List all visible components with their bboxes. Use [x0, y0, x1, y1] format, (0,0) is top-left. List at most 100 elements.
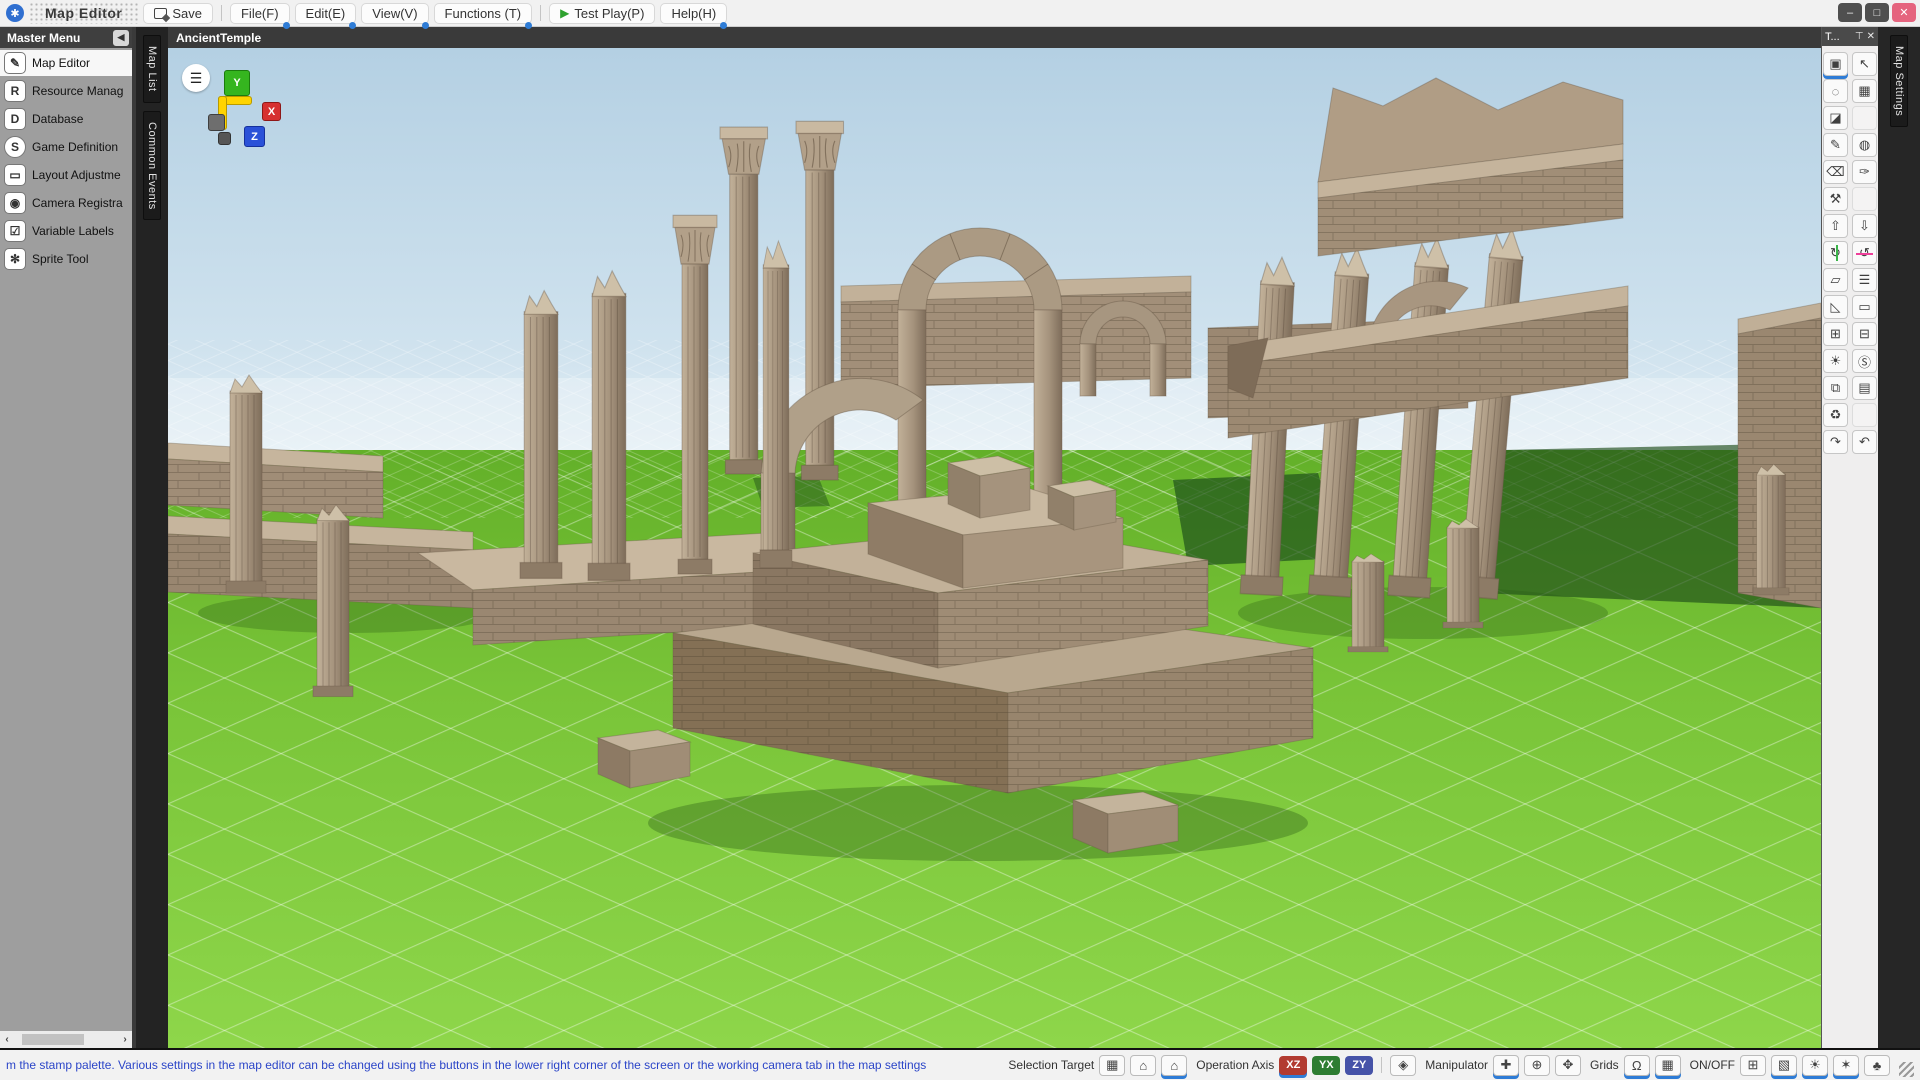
axis-xz-button[interactable]: XZ	[1279, 1056, 1307, 1075]
axis-zy-button[interactable]: ZY	[1345, 1056, 1373, 1075]
manipulator-rotate-button[interactable]: ⊕	[1524, 1055, 1550, 1076]
gizmo-y-axis[interactable]: Y	[224, 70, 250, 96]
test-play-button[interactable]: ▶ Test Play(P)	[549, 3, 655, 24]
close-button[interactable]: ✕	[1892, 3, 1916, 22]
rotate-vertical-icon: ↻	[1830, 245, 1841, 261]
sidebar-item-variable-labels[interactable]: ☑ Variable Labels	[0, 218, 132, 244]
menu-view[interactable]: View(V)	[361, 3, 428, 24]
scroll-right-icon[interactable]: ›	[118, 1034, 132, 1045]
toggle-vegetation-button[interactable]: ♣	[1864, 1055, 1890, 1076]
axis-yx-button[interactable]: YX	[1312, 1056, 1340, 1075]
stamp-button[interactable]: ◈	[1390, 1055, 1416, 1076]
tool-light[interactable]: ☀	[1823, 349, 1848, 373]
grid-display-button[interactable]: ▦	[1655, 1055, 1681, 1076]
sidebar-hscrollbar[interactable]: ‹ ›	[0, 1031, 132, 1048]
selection-target-objects-button[interactable]: ⌂	[1130, 1055, 1156, 1076]
separate-icon: ⊟	[1859, 326, 1870, 342]
gizmo-z-axis[interactable]: Z	[244, 126, 265, 147]
toggle-lighting-button[interactable]: ☀	[1802, 1055, 1828, 1076]
scroll-left-icon[interactable]: ‹	[0, 1034, 14, 1045]
selection-target-terrain-button[interactable]: ▦	[1099, 1055, 1125, 1076]
collapse-sidebar-button[interactable]: ◀	[113, 30, 129, 46]
terrain-box-icon: ▧	[1778, 1057, 1790, 1073]
tool-box[interactable]: ▭	[1852, 295, 1877, 319]
sidebar-item-map-editor[interactable]: ✎ Map Editor	[0, 50, 132, 76]
menu-file[interactable]: File(F)	[230, 3, 290, 24]
scene-container[interactable]: ☰ Y X Z	[168, 48, 1821, 1048]
sidebar-item-database[interactable]: D Database	[0, 106, 132, 132]
tool-raise-terrain[interactable]: ⇧	[1823, 214, 1848, 238]
menu-edit[interactable]: Edit(E)	[295, 3, 357, 24]
pen-icon: ✎	[1830, 137, 1841, 153]
tool-lower-terrain[interactable]: ⇩	[1852, 214, 1877, 238]
tool-select-ellipse[interactable]: ◌	[1823, 79, 1848, 103]
tool-rotate-vertical[interactable]: ↻	[1823, 241, 1848, 265]
selection-target-locked-button[interactable]: ⌂	[1161, 1055, 1187, 1076]
tool-eraser[interactable]: ⌫	[1823, 160, 1848, 184]
minimize-button[interactable]: –	[1838, 3, 1862, 22]
sidebar-item-camera-registration[interactable]: ◉ Camera Registra	[0, 190, 132, 216]
close-icon[interactable]: ✕	[1867, 31, 1875, 42]
tool-separate[interactable]: ⊟	[1852, 322, 1877, 346]
sidebar-item-label: Layout Adjustme	[32, 168, 121, 182]
save-button[interactable]: Save	[143, 3, 213, 24]
tool-undo[interactable]: ↶	[1852, 430, 1877, 454]
sidebar-item-game-definition[interactable]: S Game Definition	[0, 134, 132, 160]
toggle-terrain-button[interactable]: ▧	[1771, 1055, 1797, 1076]
tool-paste[interactable]: ▤	[1852, 376, 1877, 400]
toggle-windows-button[interactable]: ⊞	[1740, 1055, 1766, 1076]
gizmo-x-axis[interactable]: X	[262, 102, 281, 121]
viewport-menu-button[interactable]: ☰	[182, 64, 210, 92]
sidebar-item-resource-manager[interactable]: R Resource Manag	[0, 78, 132, 104]
tool-redo[interactable]: ↷	[1823, 430, 1848, 454]
app-icon[interactable]: ✱	[6, 4, 24, 22]
toggle-effects-button[interactable]: ✶	[1833, 1055, 1859, 1076]
window-controls: – □ ✕	[1838, 3, 1916, 22]
tool-combine[interactable]: ⊞	[1823, 322, 1848, 346]
manipulator-move-button[interactable]: ✚	[1493, 1055, 1519, 1076]
tool-select-block[interactable]: ▦	[1852, 79, 1877, 103]
manipulator-scale-button[interactable]: ✥	[1555, 1055, 1581, 1076]
tool-copy[interactable]: ⧉	[1823, 376, 1848, 400]
tool-fill[interactable]: ◍	[1852, 133, 1877, 157]
play-icon: ▶	[560, 6, 569, 20]
tool-slope[interactable]: ▱	[1823, 268, 1848, 292]
tool-event[interactable]: Ⓢ	[1852, 349, 1877, 373]
map-name: AncientTemple	[176, 31, 261, 45]
tool-pen[interactable]: ✎	[1823, 133, 1848, 157]
shovel-icon: ⚒	[1830, 191, 1842, 207]
gizmo-cube	[218, 132, 231, 145]
pin-icon[interactable]: ⊤	[1855, 31, 1864, 42]
grid-icon: ▦	[1662, 1057, 1674, 1073]
grid-snap-button[interactable]: Ω	[1624, 1055, 1650, 1076]
menu-help[interactable]: Help(H)	[660, 3, 727, 24]
save-icon	[154, 8, 167, 19]
scrollbar-thumb[interactable]	[22, 1034, 84, 1045]
tab-map-settings[interactable]: Map Settings	[1890, 35, 1908, 127]
save-label: Save	[172, 6, 202, 21]
tool-ramp[interactable]: ◺	[1823, 295, 1848, 319]
axis-gizmo[interactable]: Y X Z	[208, 70, 294, 162]
move-icon: ✚	[1501, 1057, 1512, 1073]
tool-picker[interactable]: ✑	[1852, 160, 1877, 184]
status-bar: m the stamp palette. Various settings in…	[0, 1048, 1920, 1080]
resize-grip[interactable]	[1899, 1062, 1914, 1077]
tool-shovel[interactable]: ⚒	[1823, 187, 1848, 211]
maximize-button[interactable]: □	[1865, 3, 1889, 22]
lower-icon: ⇩	[1859, 218, 1870, 234]
sidebar-item-sprite-tool[interactable]: ✻ Sprite Tool	[0, 246, 132, 272]
menu-functions[interactable]: Functions (T)	[434, 3, 533, 24]
tab-map-list[interactable]: Map List	[143, 35, 161, 103]
tool-rotate-horizontal[interactable]: ↺	[1852, 241, 1877, 265]
tool-stairs[interactable]: ☰	[1852, 268, 1877, 292]
sidebar-item-layout-adjustment[interactable]: ▭ Layout Adjustme	[0, 162, 132, 188]
tab-common-events[interactable]: Common Events	[143, 111, 161, 221]
scene-3d[interactable]	[168, 48, 1821, 1048]
tool-select-freehand[interactable]: ↖	[1852, 52, 1877, 76]
tool-select[interactable]: ▣	[1823, 52, 1848, 76]
selection-target-label: Selection Target	[1008, 1058, 1094, 1072]
tool-delete[interactable]: ♻	[1823, 403, 1848, 427]
tool-select-face[interactable]: ◪	[1823, 106, 1848, 130]
box-icon: ▭	[1858, 299, 1870, 315]
trash-icon: ♻	[1830, 407, 1842, 423]
